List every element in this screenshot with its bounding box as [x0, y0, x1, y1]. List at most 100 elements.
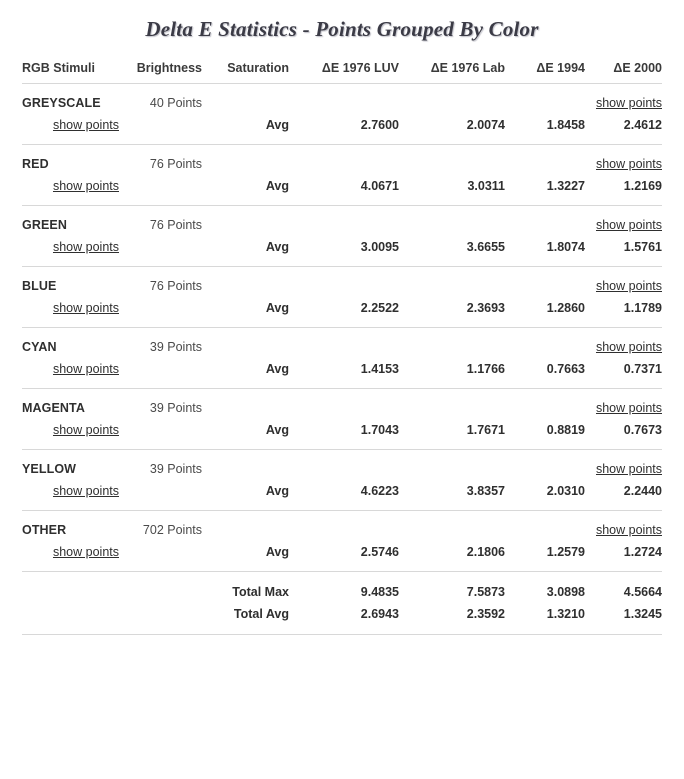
column-header-de-1994: ΔE 1994	[536, 61, 585, 75]
row-show-points-cell: show points	[22, 358, 119, 389]
group-color-name: RED	[22, 157, 49, 171]
totals-stimuli-cell	[22, 572, 119, 604]
totals-de-1976-lab-value: 7.5873	[466, 585, 505, 599]
group-color-name: BLUE	[22, 279, 57, 293]
group-color-name: YELLOW	[22, 462, 77, 476]
group-show-points-cell: show points	[585, 145, 662, 176]
group-de-1976-lab-cell	[399, 267, 505, 298]
group-saturation-cell	[202, 145, 289, 176]
show-points-link[interactable]: show points	[53, 179, 119, 193]
row-brightness-cell	[119, 236, 202, 267]
group-point-count: 40 Points	[149, 96, 202, 110]
delta-e-statistics-table: RGB Stimuli Brightness Saturation ΔE 197…	[22, 53, 662, 635]
group-header-row: CYAN 39 Points show points	[22, 328, 662, 359]
group-de-1994-cell	[505, 206, 585, 237]
totals-row: Total Avg 2.6943 2.3592 1.3210 1.3245	[22, 603, 662, 635]
show-points-link[interactable]: show points	[596, 340, 662, 354]
group-color-name: CYAN	[22, 340, 57, 354]
show-points-link[interactable]: show points	[596, 462, 662, 476]
row-de-1994-value: 0.7663	[546, 362, 585, 376]
show-points-link[interactable]: show points	[596, 157, 662, 171]
group-de-1994-cell	[505, 511, 585, 542]
row-stat-label: Avg	[265, 545, 289, 559]
column-header-brightness: Brightness	[136, 61, 202, 75]
group-show-points-cell: show points	[585, 450, 662, 481]
table-body: GREYSCALE 40 Points show points show points…	[22, 84, 662, 635]
table-header-row: RGB Stimuli Brightness Saturation ΔE 197…	[22, 53, 662, 84]
group-de-1976-luv-cell	[289, 84, 399, 115]
group-de-1976-lab-cell	[399, 84, 505, 115]
show-points-link[interactable]: show points	[53, 240, 119, 254]
group-header-row: YELLOW 39 Points show points	[22, 450, 662, 481]
show-points-link[interactable]: show points	[596, 96, 662, 110]
group-show-points-cell: show points	[585, 511, 662, 542]
show-points-link[interactable]: show points	[53, 484, 119, 498]
show-points-link[interactable]: show points	[596, 523, 662, 537]
row-de-1976-luv-value: 2.7600	[360, 118, 399, 132]
column-header-de-1976-luv: ΔE 1976 LUV	[321, 61, 399, 75]
row-de-1976-luv-value: 1.7043	[360, 423, 399, 437]
totals-de-2000-value: 1.3245	[623, 607, 662, 621]
row-de-1976-lab-value: 3.6655	[466, 240, 505, 254]
row-de-2000-value: 0.7371	[623, 362, 662, 376]
show-points-link[interactable]: show points	[596, 401, 662, 415]
group-de-1976-lab-cell	[399, 145, 505, 176]
show-points-link[interactable]: show points	[53, 423, 119, 437]
show-points-link[interactable]: show points	[596, 279, 662, 293]
group-saturation-cell	[202, 84, 289, 115]
row-brightness-cell	[119, 419, 202, 450]
totals-brightness-cell	[119, 603, 202, 635]
group-de-1976-luv-cell	[289, 145, 399, 176]
show-points-link[interactable]: show points	[53, 545, 119, 559]
group-show-points-cell: show points	[585, 267, 662, 298]
group-de-1976-luv-cell	[289, 450, 399, 481]
group-show-points-cell: show points	[585, 84, 662, 115]
group-stats-row: show points Avg 2.7600 2.0074 1.8458 2.4612	[22, 114, 662, 145]
page-title: Delta E Statistics - Points Grouped By C…	[145, 17, 539, 41]
group-de-1976-lab-cell	[399, 450, 505, 481]
show-points-link[interactable]: show points	[53, 362, 119, 376]
column-header-de-1976-lab: ΔE 1976 Lab	[430, 61, 505, 75]
row-de-1976-luv-value: 4.0671	[360, 179, 399, 193]
row-de-1976-lab-value: 3.8357	[466, 484, 505, 498]
group-stats-row: show points Avg 1.7043 1.7671 0.8819 0.7673	[22, 419, 662, 450]
group-de-1994-cell	[505, 267, 585, 298]
group-color-name: OTHER	[22, 523, 67, 537]
group-header-row: GREEN 76 Points show points	[22, 206, 662, 237]
row-brightness-cell	[119, 480, 202, 511]
row-brightness-cell	[119, 297, 202, 328]
row-stat-label: Avg	[265, 301, 289, 315]
show-points-link[interactable]: show points	[596, 218, 662, 232]
group-point-count: 76 Points	[149, 279, 202, 293]
group-de-1976-luv-cell	[289, 389, 399, 420]
row-de-2000-value: 0.7673	[623, 423, 662, 437]
group-show-points-cell: show points	[585, 389, 662, 420]
totals-de-1976-lab-value: 2.3592	[466, 607, 505, 621]
column-header-saturation: Saturation	[227, 61, 289, 75]
group-de-1976-lab-cell	[399, 206, 505, 237]
group-saturation-cell	[202, 267, 289, 298]
totals-brightness-cell	[119, 572, 202, 604]
row-brightness-cell	[119, 358, 202, 389]
group-de-1994-cell	[505, 84, 585, 115]
group-de-1976-luv-cell	[289, 511, 399, 542]
row-stat-label: Avg	[265, 240, 289, 254]
row-de-1976-lab-value: 1.7671	[466, 423, 505, 437]
group-show-points-cell: show points	[585, 328, 662, 359]
row-de-2000-value: 1.1789	[623, 301, 662, 315]
row-de-1976-lab-value: 2.0074	[466, 118, 505, 132]
row-de-1994-value: 1.2860	[546, 301, 585, 315]
row-de-1994-value: 1.8074	[546, 240, 585, 254]
show-points-link[interactable]: show points	[53, 301, 119, 315]
totals-label: Total Max	[232, 585, 289, 599]
group-header-row: OTHER 702 Points show points	[22, 511, 662, 542]
group-header-row: BLUE 76 Points show points	[22, 267, 662, 298]
row-stat-label: Avg	[265, 179, 289, 193]
group-de-1994-cell	[505, 389, 585, 420]
group-de-1994-cell	[505, 145, 585, 176]
row-brightness-cell	[119, 175, 202, 206]
group-stats-row: show points Avg 4.0671 3.0311 1.3227 1.2169	[22, 175, 662, 206]
totals-de-1976-luv-value: 2.6943	[360, 607, 399, 621]
show-points-link[interactable]: show points	[53, 118, 119, 132]
group-saturation-cell	[202, 206, 289, 237]
